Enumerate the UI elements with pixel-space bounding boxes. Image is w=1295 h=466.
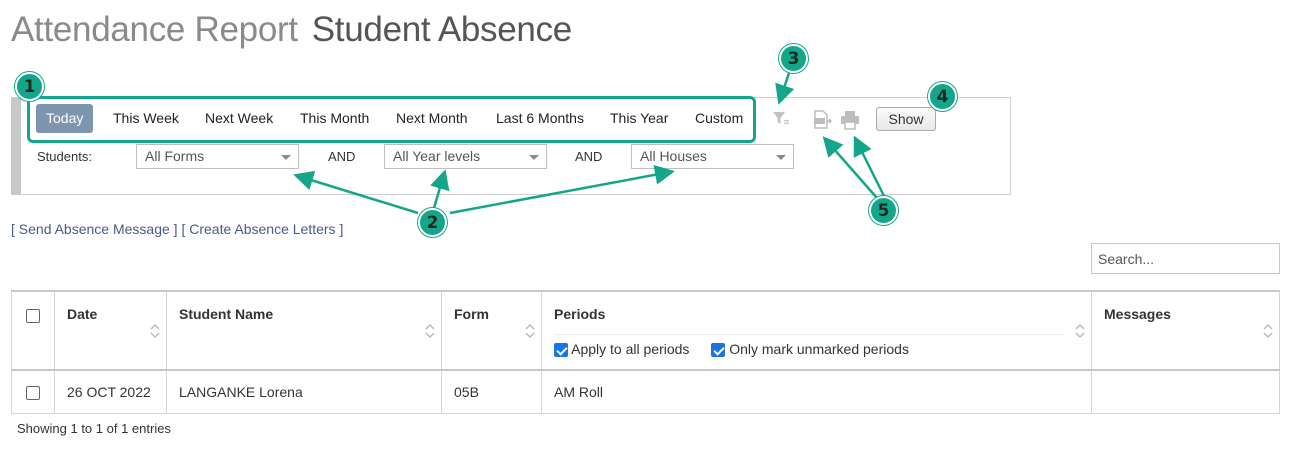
chevron-down-icon (281, 155, 291, 160)
select-all-cell (11, 290, 55, 371)
and-label: AND (328, 149, 356, 164)
cell-periods: AM Roll (541, 369, 1092, 414)
select-all-checkbox[interactable] (26, 309, 40, 324)
sort-icon (1263, 323, 1273, 339)
callout-marker: 1 (15, 72, 44, 101)
sort-icon (150, 323, 160, 339)
callout-marker: 2 (418, 208, 447, 237)
cell-form: 05B (441, 369, 542, 414)
only-unmarked-label: Only mark unmarked periods (729, 341, 909, 357)
table-header-row: Date Student Name Form Periods Apply to … (11, 290, 1280, 371)
callout-marker: 5 (869, 196, 898, 225)
callout-marker: 4 (928, 82, 957, 111)
column-header-date[interactable]: Date (54, 290, 167, 371)
students-label: Students: (37, 149, 92, 164)
form-select[interactable]: All Forms (136, 144, 299, 169)
table-row[interactable]: 26 OCT 2022 LANGANKE Lorena 05B AM Roll (11, 369, 1280, 414)
column-label: Messages (1104, 306, 1171, 322)
column-label: Student Name (179, 306, 274, 322)
report-subtitle: Student Absence (311, 10, 572, 49)
column-header-student-name[interactable]: Student Name (166, 290, 442, 371)
bracket: [ (11, 221, 15, 237)
filter-icon[interactable] (772, 110, 790, 132)
column-label: Form (454, 306, 489, 322)
sort-icon (1075, 323, 1085, 339)
and-label: AND (575, 149, 603, 164)
cell-messages (1091, 369, 1280, 414)
year-select-value: All Year levels (393, 148, 481, 164)
row-checkbox[interactable] (26, 385, 40, 400)
sort-icon (525, 323, 535, 339)
house-select-value: All Houses (640, 148, 707, 164)
action-links: [ Send Absence Message ] [ Create Absenc… (11, 221, 343, 237)
bracket: [ (181, 221, 186, 237)
cell-date: 26 OCT 2022 (54, 369, 167, 414)
year-level-select[interactable]: All Year levels (384, 144, 547, 169)
only-unmarked-option[interactable]: Only mark unmarked periods (711, 341, 909, 358)
apply-all-option[interactable]: Apply to all periods (554, 341, 690, 358)
column-header-messages[interactable]: Messages (1091, 290, 1280, 371)
show-button[interactable]: Show (876, 107, 936, 131)
house-select[interactable]: All Houses (631, 144, 794, 169)
form-select-value: All Forms (145, 148, 205, 164)
create-absence-letters-link[interactable]: Create Absence Letters (189, 221, 335, 237)
row-select-cell (11, 369, 55, 414)
column-header-periods[interactable]: Periods Apply to all periods Only mark u… (541, 290, 1092, 371)
callout-marker: 3 (779, 44, 808, 73)
absence-table: Date Student Name Form Periods Apply to … (11, 290, 1280, 414)
only-unmarked-checkbox[interactable] (711, 343, 726, 358)
column-label: Date (67, 306, 98, 322)
apply-all-checkbox[interactable] (554, 343, 568, 358)
column-label: Periods (554, 306, 606, 322)
date-range-highlight (27, 96, 756, 143)
send-absence-message-link[interactable]: Send Absence Message (19, 221, 170, 237)
chevron-down-icon (776, 155, 786, 160)
csv-export-icon[interactable] (812, 110, 833, 134)
column-header-form[interactable]: Form (441, 290, 542, 371)
bracket: ] (339, 221, 344, 237)
apply-all-label: Apply to all periods (571, 341, 690, 357)
search-input[interactable] (1091, 243, 1280, 274)
report-title: Attendance Report (11, 10, 298, 49)
chevron-down-icon (529, 155, 539, 160)
bracket: ] (173, 221, 178, 237)
sort-icon (425, 323, 435, 339)
cell-student-name: LANGANKE Lorena (166, 369, 442, 414)
print-icon[interactable] (840, 110, 860, 134)
period-options: Apply to all periods Only mark unmarked … (554, 334, 1064, 358)
table-info: Showing 1 to 1 of 1 entries (17, 421, 171, 436)
page-title: Attendance Report Student Absence (11, 10, 572, 50)
